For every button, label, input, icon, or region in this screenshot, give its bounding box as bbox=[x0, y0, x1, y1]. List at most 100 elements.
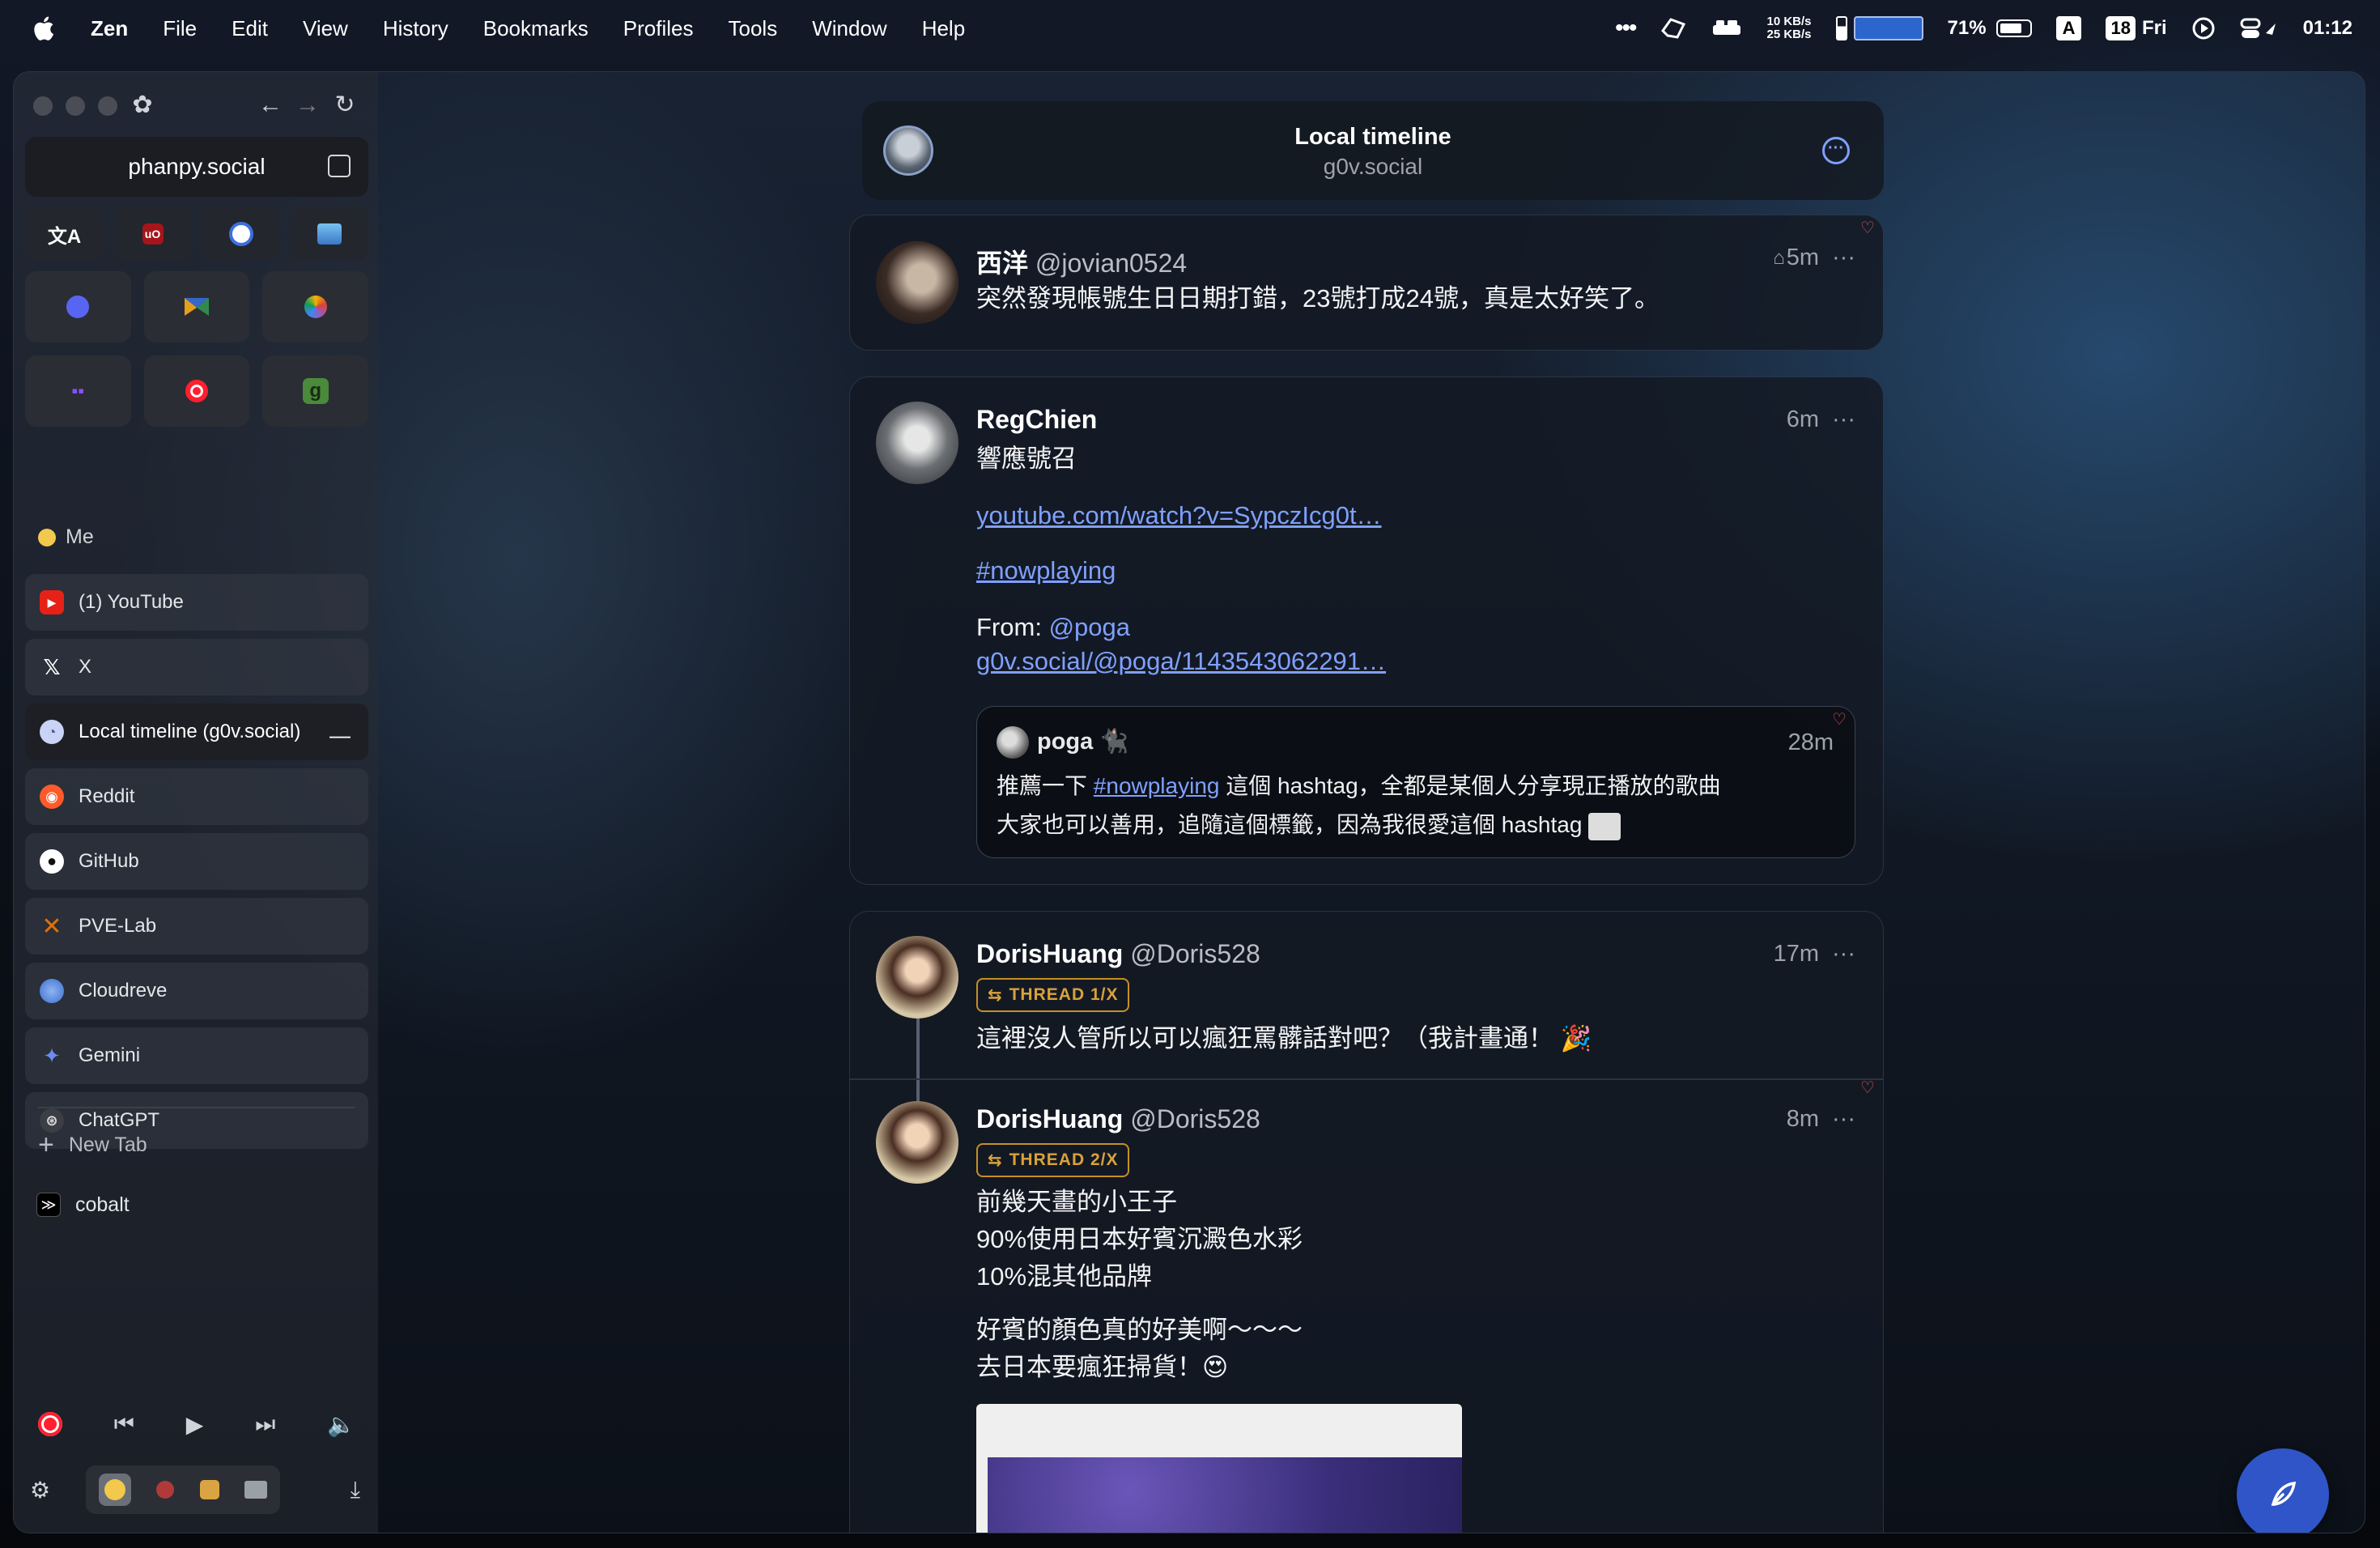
ellipsis-icon[interactable]: ••• bbox=[1615, 15, 1637, 42]
avatar[interactable] bbox=[876, 241, 958, 324]
tab-label: Reddit bbox=[79, 785, 135, 807]
compose-button[interactable] bbox=[2237, 1448, 2329, 1533]
minimize-window-button[interactable] bbox=[66, 96, 85, 116]
post-author[interactable]: 西洋 @jovian0524 bbox=[976, 243, 1187, 280]
tab-github[interactable]: ● GitHub bbox=[25, 833, 368, 890]
tab-gemini[interactable]: ✦ Gemini bbox=[25, 1027, 368, 1084]
volume-icon[interactable]: 🔈 bbox=[327, 1411, 355, 1438]
download-icon[interactable]: ⤓ bbox=[351, 1477, 360, 1503]
avatar[interactable] bbox=[876, 1101, 958, 1184]
post-author[interactable]: RegChien bbox=[976, 405, 1097, 435]
hashtag-link[interactable]: #nowplaying bbox=[976, 552, 1116, 589]
quote-author[interactable]: poga 🐈‍⬛ bbox=[1037, 728, 1128, 755]
server-avatar[interactable] bbox=[883, 125, 933, 176]
sidebar-bottom-bar: ⚙ ⤓ bbox=[25, 1465, 368, 1515]
avatar[interactable] bbox=[876, 402, 958, 484]
menu-tools[interactable]: Tools bbox=[729, 16, 778, 41]
reload-icon[interactable]: ↻ bbox=[331, 91, 359, 119]
next-track-icon[interactable]: ⏭ bbox=[255, 1411, 275, 1438]
pinned-photos[interactable] bbox=[262, 271, 368, 342]
menu-help[interactable]: Help bbox=[922, 16, 965, 41]
bed-icon[interactable] bbox=[1711, 17, 1742, 40]
post-regchien[interactable]: RegChien 6m ··· 響應號召 youtube.com/watch?v=… bbox=[849, 376, 1884, 885]
menu-window[interactable]: Window bbox=[812, 16, 886, 41]
pinned-app-green[interactable]: g bbox=[262, 355, 368, 427]
status-link[interactable]: g0v.social/@poga/1143543062291… bbox=[976, 643, 1386, 680]
menu-file[interactable]: File bbox=[163, 16, 197, 41]
tab-pve-lab[interactable]: ✕ PVE-Lab bbox=[25, 898, 368, 955]
tab-cobalt[interactable]: ≫ cobalt bbox=[36, 1193, 130, 1217]
tab-x[interactable]: 𝕏X bbox=[25, 639, 368, 695]
menu-edit[interactable]: Edit bbox=[232, 16, 268, 41]
workspace-red-icon[interactable] bbox=[156, 1481, 175, 1499]
tab-cloudreve[interactable]: Cloudreve bbox=[25, 963, 368, 1019]
network-graph[interactable] bbox=[1853, 16, 1923, 40]
workspace-me-icon[interactable] bbox=[98, 1474, 131, 1506]
pinned-app-purple[interactable]: ▪▪ bbox=[25, 355, 131, 427]
tab-reddit[interactable]: ◉ Reddit bbox=[25, 768, 368, 825]
thread-doris: DorisHuang @Doris528 17m ··· ⇆ THREAD 1/X … bbox=[849, 911, 1884, 1533]
post-author[interactable]: DorisHuang @Doris528 bbox=[976, 939, 1260, 969]
tab-youtube[interactable]: ▶ (1) YouTube bbox=[25, 574, 368, 631]
menu-history[interactable]: History bbox=[383, 16, 448, 41]
quoted-post[interactable]: poga 🐈‍⬛ 28m ♡ 推薦一下 #nowplaying 這個 hasht… bbox=[976, 706, 1855, 858]
reader-mode-icon[interactable] bbox=[328, 155, 351, 177]
reddit-icon: ◉ bbox=[40, 785, 64, 809]
previous-track-icon[interactable]: ⏮ bbox=[114, 1411, 134, 1438]
quote-hashtag[interactable]: #nowplaying bbox=[1094, 773, 1220, 798]
post-more-icon[interactable]: ··· bbox=[1832, 406, 1855, 433]
control-center-icon[interactable] bbox=[2240, 17, 2279, 40]
quote-avatar[interactable] bbox=[997, 726, 1029, 759]
calendar-widget[interactable]: 18 Fri bbox=[2106, 16, 2167, 40]
post-more-icon[interactable]: ··· bbox=[1832, 245, 1855, 271]
pinned-mail[interactable] bbox=[143, 271, 250, 342]
network-speed[interactable]: 10 KB/s 25 KB/s bbox=[1766, 15, 1811, 41]
post-doris-1[interactable]: DorisHuang @Doris528 17m ··· ⇆ THREAD 1/X … bbox=[850, 912, 1883, 1078]
url-text: phanpy.social bbox=[128, 154, 266, 179]
menu-bookmarks[interactable]: Bookmarks bbox=[483, 16, 589, 41]
workspace-fist-icon[interactable] bbox=[199, 1480, 219, 1499]
play-circle-icon[interactable] bbox=[2191, 16, 2216, 40]
post-image[interactable] bbox=[976, 1404, 1462, 1533]
zoom-window-button[interactable] bbox=[98, 96, 117, 116]
post-more-icon[interactable]: ··· bbox=[1832, 1106, 1855, 1133]
post-author[interactable]: DorisHuang @Doris528 bbox=[976, 1104, 1260, 1134]
avatar[interactable] bbox=[876, 936, 958, 1019]
menu-profiles[interactable]: Profiles bbox=[623, 16, 694, 41]
apple-icon[interactable] bbox=[31, 15, 55, 42]
new-tab-button[interactable]: + New Tab bbox=[38, 1129, 147, 1161]
pinned-discord[interactable] bbox=[25, 271, 131, 342]
more-options-icon[interactable]: ··· bbox=[1822, 137, 1850, 164]
menu-app-name[interactable]: Zen bbox=[91, 16, 128, 41]
clock[interactable]: 01:12 bbox=[2303, 17, 2352, 40]
tab-local-timeline[interactable]: ◔ Local timeline (g0v.social) — bbox=[25, 704, 368, 760]
youtube-link[interactable]: youtube.com/watch?v=SypczIcg0t… bbox=[976, 497, 1382, 534]
post-doris-2[interactable]: ♡ DorisHuang @Doris528 8m ··· ⇆ THREAD 2/X… bbox=[850, 1080, 1883, 1533]
settings-gear-icon[interactable]: ⚙ bbox=[30, 1477, 50, 1503]
battery-percent[interactable]: 71% bbox=[1948, 17, 1987, 40]
url-bar[interactable]: phanpy.social bbox=[25, 137, 368, 197]
translate-extension[interactable]: 文A bbox=[25, 208, 104, 260]
forward-icon[interactable]: → bbox=[294, 91, 321, 119]
close-tab-icon[interactable]: — bbox=[329, 723, 351, 748]
input-source[interactable]: A bbox=[2055, 16, 2082, 40]
hand-icon[interactable] bbox=[1660, 16, 1687, 40]
play-icon[interactable]: ▶ bbox=[186, 1411, 204, 1438]
privacy-extension[interactable] bbox=[202, 208, 280, 260]
ublock-extension[interactable]: uO bbox=[113, 208, 192, 260]
battery-icon[interactable] bbox=[1995, 19, 2032, 37]
close-window-button[interactable] bbox=[33, 96, 53, 116]
workspace-monitor-icon[interactable] bbox=[244, 1481, 268, 1499]
workspace-label[interactable]: Me bbox=[38, 525, 94, 549]
extensions-icon[interactable]: ✿ bbox=[129, 91, 156, 119]
photo-extension[interactable] bbox=[290, 208, 368, 260]
post-jovian[interactable]: 西洋 @jovian0524 ⌂ 5m ··· ♡ 突然發現帳號生日日期打錯，23號… bbox=[849, 215, 1884, 351]
back-icon[interactable]: ← bbox=[257, 91, 284, 119]
menu-view[interactable]: View bbox=[303, 16, 348, 41]
mention-link[interactable]: @poga bbox=[1049, 613, 1130, 641]
app-purple-icon: ▪▪ bbox=[71, 381, 85, 401]
memory-indicator[interactable] bbox=[1835, 16, 1847, 40]
post-more-icon[interactable]: ··· bbox=[1832, 941, 1855, 968]
youtube-music-player-icon[interactable] bbox=[38, 1412, 62, 1436]
pinned-youtube-music[interactable] bbox=[143, 355, 250, 427]
